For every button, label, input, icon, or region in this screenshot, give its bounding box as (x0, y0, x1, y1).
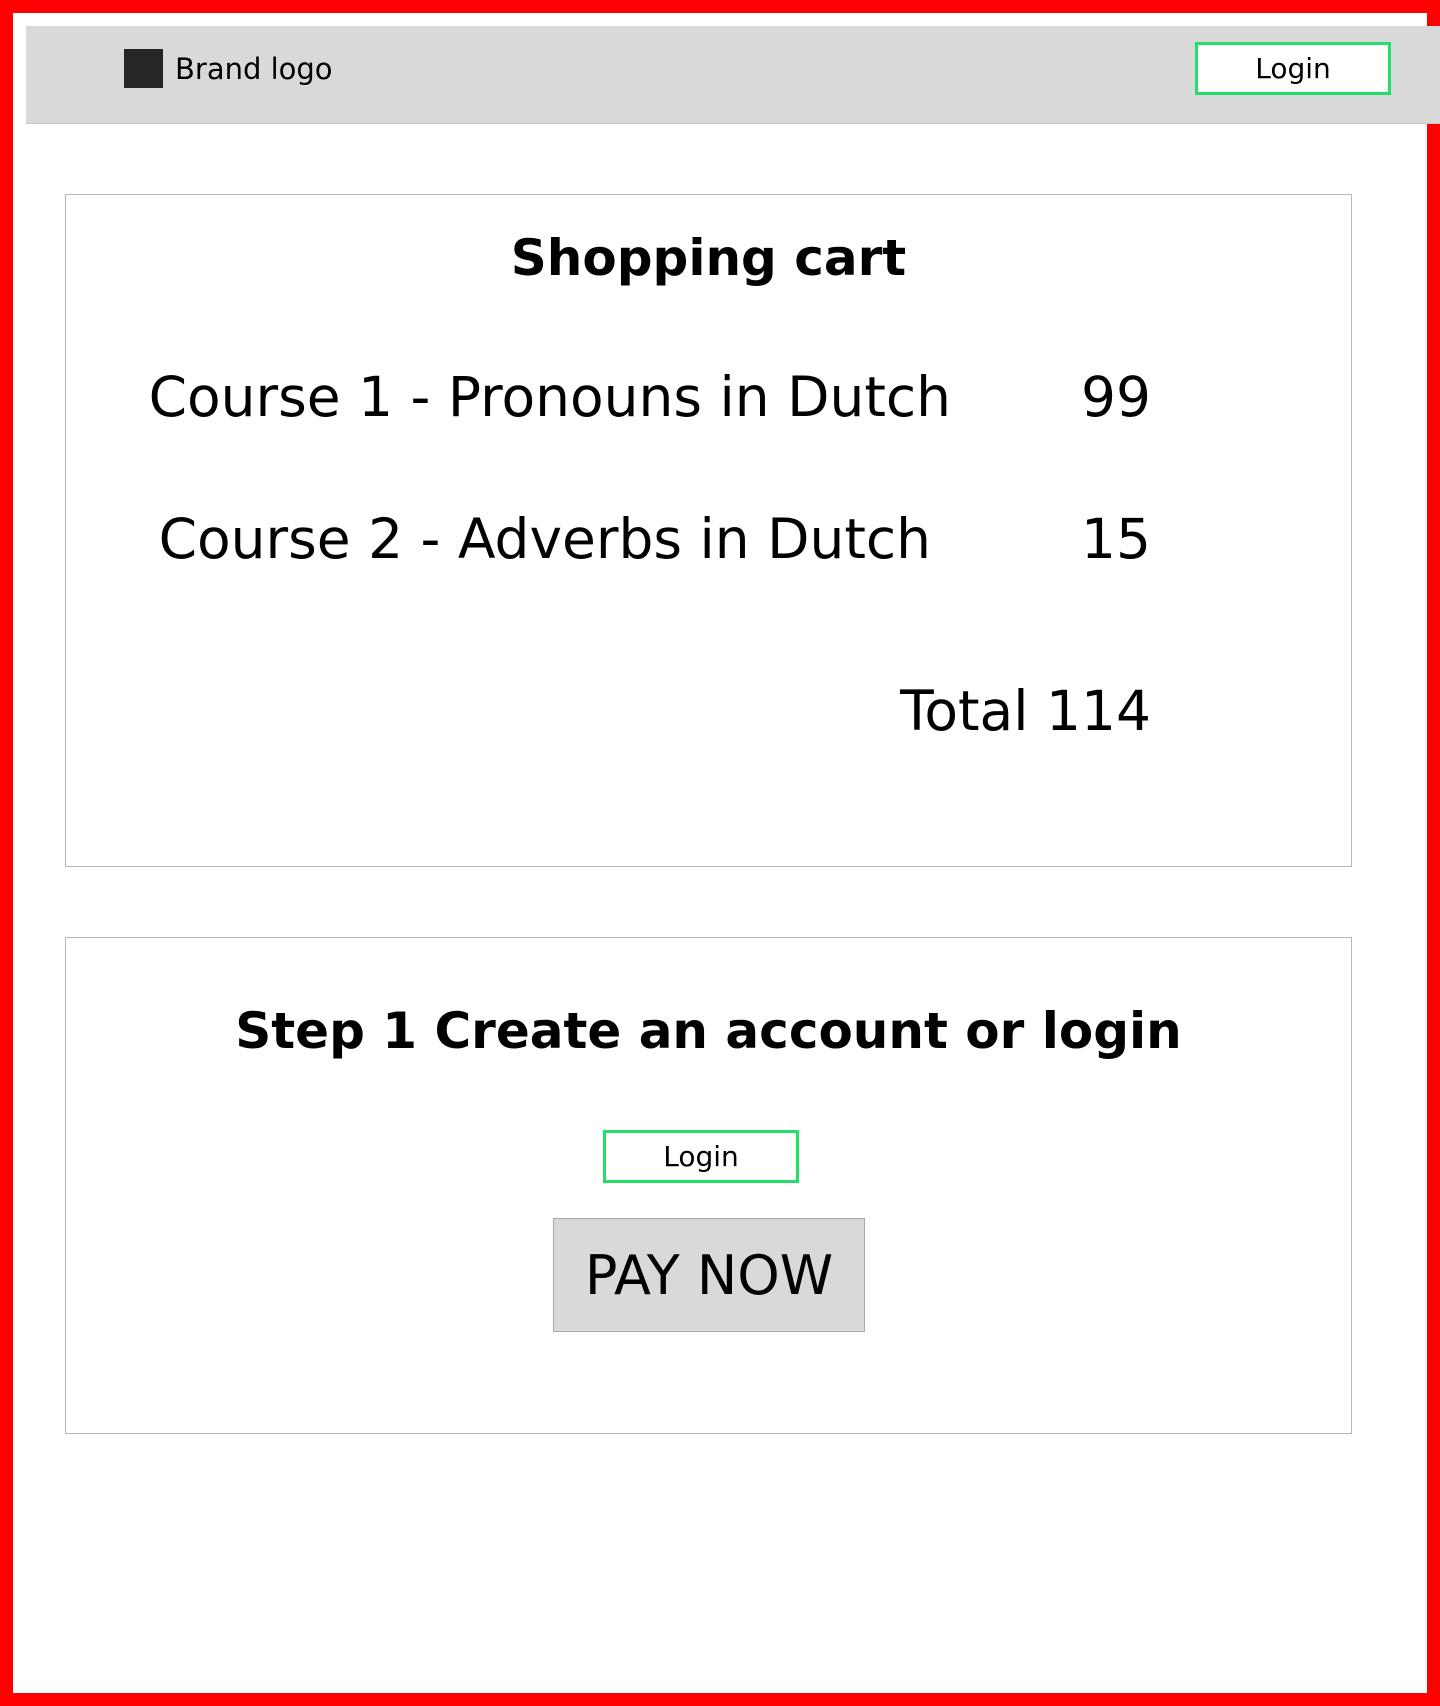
pay-now-button[interactable]: PAY NOW (553, 1218, 865, 1332)
page-frame: Brand logo Login Shopping cart Course 1 … (0, 0, 1440, 1706)
step-login-button[interactable]: Login (603, 1130, 799, 1183)
shopping-cart-panel: Shopping cart Course 1 - Pronouns in Dut… (65, 194, 1352, 867)
checkout-step-title: Step 1 Create an account or login (235, 1002, 1182, 1060)
cart-item-price: 99 (1081, 365, 1151, 429)
brand-logo-label: Brand logo (175, 52, 333, 86)
shopping-cart-title: Shopping cart (510, 229, 907, 287)
cart-item-row: Course 2 - Adverbs in Dutch 15 (66, 507, 1351, 571)
header-bar: Brand logo Login (26, 26, 1440, 124)
cart-item-name: Course 1 - Pronouns in Dutch (148, 365, 951, 429)
cart-item-price: 15 (1081, 507, 1151, 571)
cart-total: Total 114 (900, 679, 1151, 743)
cart-item-row: Course 1 - Pronouns in Dutch 99 (66, 365, 1351, 429)
brand-logo-icon (124, 49, 163, 88)
cart-item-name: Course 2 - Adverbs in Dutch (158, 507, 931, 571)
header-login-button[interactable]: Login (1195, 42, 1391, 95)
checkout-step-panel: Step 1 Create an account or login Login … (65, 937, 1352, 1434)
